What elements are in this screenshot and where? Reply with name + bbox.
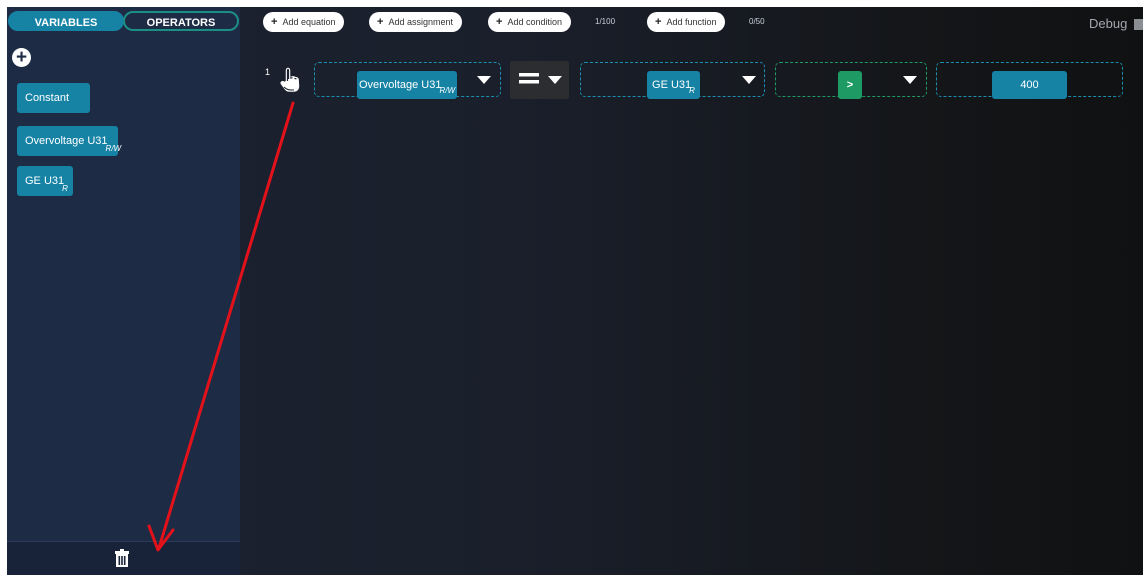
equals-icon [519,73,539,84]
operand-chip-ge-u31[interactable]: GE U31 R [647,71,700,99]
debug-label: Debug [1089,16,1128,31]
variable-chip-overvoltage-u31[interactable]: Overvoltage U31 R/W [17,126,121,156]
row-number: 1 [265,67,271,77]
drag-hand-icon[interactable] [279,67,301,93]
variable-label: Overvoltage U31 [25,135,108,147]
plus-icon: + [271,16,278,28]
value-slot[interactable]: 400 [936,62,1123,99]
variable-access: R/W [105,143,122,153]
plus-icon: + [377,16,384,28]
comparator-slot[interactable]: > [775,62,927,99]
plus-icon: + [655,16,662,28]
tab-operators[interactable]: OPERATORS [123,11,239,31]
trash-icon [115,549,129,567]
debug-toggle[interactable] [1134,19,1143,30]
chevron-down-icon[interactable] [903,76,917,84]
add-function-button[interactable]: + Add function [647,12,726,32]
chevron-down-icon[interactable] [548,76,562,84]
sidebar: VARIABLES OPERATORS + Constant Overvolta… [7,7,240,575]
app-window: VARIABLES OPERATORS + Constant Overvolta… [7,7,1143,575]
left-operand-slot[interactable]: Overvoltage U31 R/W [314,62,501,99]
variable-label: Constant [25,92,70,104]
trash-drop-zone[interactable] [7,541,240,575]
right-operand-slot[interactable]: GE U31 R [580,62,765,99]
plus-icon: + [496,16,503,28]
chevron-down-icon[interactable] [742,76,756,84]
variable-chip-constant[interactable]: Constant [17,83,90,113]
add-variable-button[interactable]: + [12,48,31,67]
add-assignment-button[interactable]: + Add assignment [369,12,462,32]
comparator-chip[interactable]: > [838,71,862,99]
value-chip[interactable]: 400 [992,71,1067,99]
plus-circle-icon: + [15,47,28,68]
variable-label: GE U31 [25,175,65,187]
variable-chip-ge-u31[interactable]: GE U31 R [17,166,73,196]
operand-chip-overvoltage-u31[interactable]: Overvoltage U31 R/W [357,71,457,99]
variable-access: R [62,183,68,193]
add-condition-button[interactable]: + Add condition [488,12,571,32]
tab-variables[interactable]: VARIABLES [8,11,124,31]
chevron-down-icon[interactable] [477,76,491,84]
add-equation-button[interactable]: + Add equation [263,12,345,32]
operator-selector[interactable] [510,61,569,99]
condition-counter: 1/100 [595,17,616,26]
function-counter: 0/50 [749,17,765,26]
